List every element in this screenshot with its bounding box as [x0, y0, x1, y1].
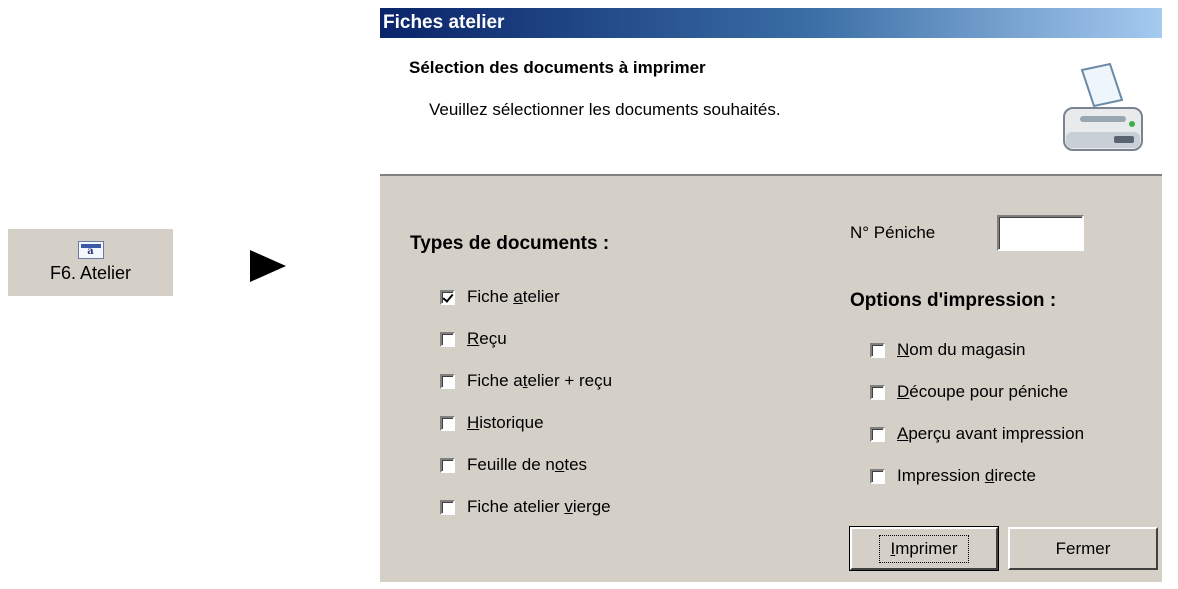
print-option-checkbox-row[interactable]: Aperçu avant impression	[870, 424, 1084, 444]
checkbox-label: Impression directe	[897, 466, 1036, 485]
header-title: Sélection des documents à imprimer	[409, 58, 706, 77]
print-options-label: Options d'impression :	[850, 290, 1057, 311]
fiches-atelier-dialog: Fiches atelier Sélection des documents à…	[380, 8, 1162, 582]
doc-type-checkbox-row[interactable]: Feuille de notes	[440, 455, 587, 475]
atelier-button-label: F6. Atelier	[49, 263, 132, 283]
checkbox-label: Découpe pour péniche	[897, 382, 1069, 401]
close-button[interactable]: Fermer	[1008, 527, 1158, 570]
checkbox[interactable]	[870, 384, 885, 400]
checkbox[interactable]	[440, 331, 455, 347]
checkbox[interactable]	[440, 289, 455, 305]
checkbox-label: Fiche atelier	[467, 287, 560, 306]
doc-type-checkbox-row[interactable]: Fiche atelier vierge	[440, 497, 611, 517]
checkbox-label: Aperçu avant impression	[897, 424, 1085, 443]
print-option-checkbox-row[interactable]: Impression directe	[870, 466, 1036, 486]
checkbox[interactable]	[440, 415, 455, 431]
printer-icon	[1063, 62, 1143, 151]
print-option-checkbox-row[interactable]: Découpe pour péniche	[870, 382, 1068, 402]
checkbox[interactable]	[870, 342, 885, 358]
right-arrow-icon	[250, 250, 286, 282]
doc-type-checkbox-row[interactable]: Fiche atelier	[440, 287, 560, 307]
print-option-checkbox-row[interactable]: Nom du magasin	[870, 340, 1026, 360]
checkbox-label: Fiche atelier + reçu	[467, 371, 613, 390]
checkbox[interactable]	[870, 426, 885, 442]
checkbox-label: Historique	[467, 413, 544, 432]
peniche-label: N° Péniche	[850, 223, 936, 242]
dialog-title: Fiches atelier	[380, 8, 1162, 38]
checkbox[interactable]	[440, 373, 455, 389]
peniche-number-input[interactable]	[997, 215, 1084, 251]
doc-type-checkbox-row[interactable]: Fiche atelier + reçu	[440, 371, 612, 391]
header-subtitle: Veuillez sélectionner les documents souh…	[429, 100, 781, 119]
document-types-label: Types de documents :	[410, 233, 610, 254]
print-button[interactable]: Imprimer	[849, 526, 999, 571]
checkbox-label: Reçu	[467, 329, 507, 348]
doc-type-checkbox-row[interactable]: Historique	[440, 413, 544, 433]
checkbox-label: Nom du magasin	[897, 340, 1026, 359]
atelier-toolbar-button[interactable]: a F6. Atelier	[8, 229, 173, 296]
checkbox[interactable]	[440, 499, 455, 515]
workshop-form-icon: a	[77, 241, 104, 259]
checkbox-label: Feuille de notes	[467, 455, 588, 474]
doc-type-checkbox-row[interactable]: Reçu	[440, 329, 507, 349]
checkbox[interactable]	[870, 468, 885, 484]
checkmark-icon	[442, 290, 454, 303]
checkbox[interactable]	[440, 457, 455, 473]
checkbox-label: Fiche atelier vierge	[467, 497, 611, 516]
dialog-header: Sélection des documents à imprimer Veuil…	[380, 38, 1162, 176]
